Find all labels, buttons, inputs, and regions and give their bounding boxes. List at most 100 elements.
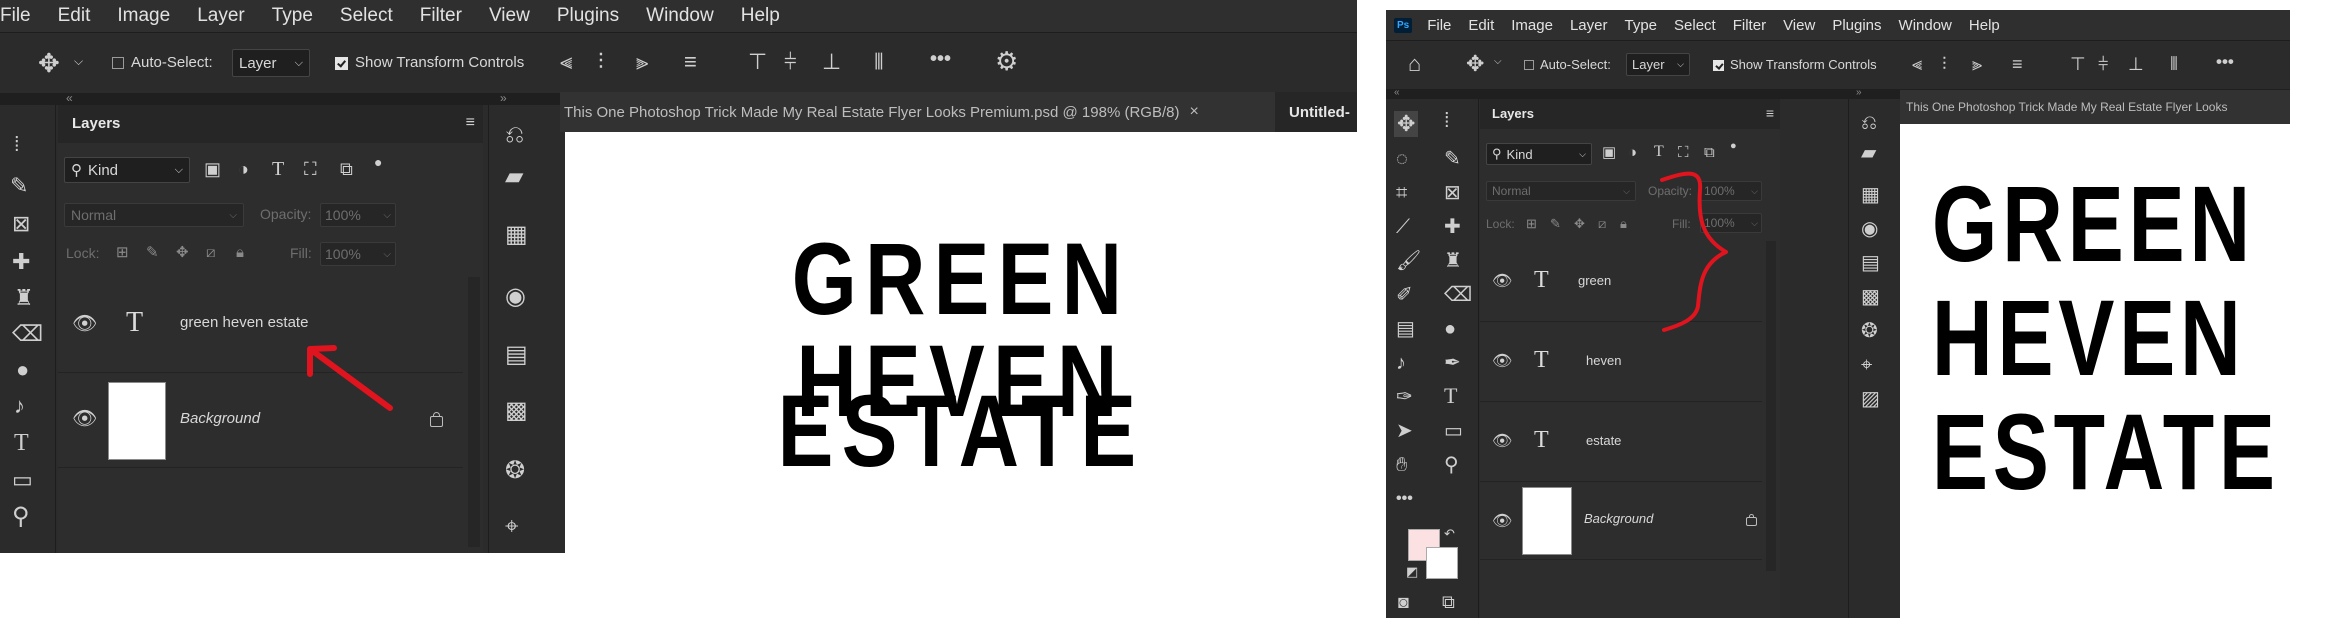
eye-icon[interactable]: 👁︎ — [72, 311, 97, 336]
eye-icon[interactable]: 👁︎ — [1492, 431, 1512, 451]
distribute-icon[interactable]: ≡ — [2012, 55, 2023, 73]
filter-shape-icon[interactable]: ⛶ — [1678, 145, 1689, 160]
canvas[interactable]: GREEN HEVEN ESTATE — [1900, 124, 2290, 618]
auto-select-dropdown[interactable]: Layer ⌵ — [1626, 53, 1690, 76]
dodge-icon[interactable]: ♪ — [1396, 353, 1406, 373]
distribute-vertical-icon[interactable]: ⦀ — [874, 51, 884, 73]
gradient-icon[interactable]: ▤ — [1396, 319, 1415, 339]
swap-colors-icon[interactable]: ↶ — [1444, 527, 1455, 540]
align-right-icon[interactable]: ⫸ — [1972, 55, 1982, 73]
auto-select-checkbox[interactable] — [112, 57, 124, 69]
gradients-icon[interactable]: ▤ — [1861, 253, 1880, 273]
menu-view[interactable]: View — [489, 5, 530, 27]
menu-layer[interactable]: Layer — [1570, 17, 1608, 34]
patterns-icon[interactable]: ▩ — [1861, 287, 1880, 307]
show-transform-checkbox[interactable] — [335, 57, 348, 70]
channels-icon[interactable]: ❂ — [505, 459, 525, 483]
align-center-icon[interactable]: ⫶ — [598, 51, 604, 73]
quick-select-icon[interactable]: ✎ — [10, 175, 28, 197]
healing-brush-icon[interactable]: ✚ — [1444, 217, 1461, 237]
healing-brush-icon[interactable]: ✚ — [12, 251, 30, 273]
default-colors-icon[interactable]: ◩ — [1406, 565, 1418, 578]
chevron-down-icon[interactable]: ⌵ — [74, 55, 83, 67]
path-select-icon[interactable]: ➤ — [1396, 421, 1413, 441]
layer-name[interactable]: green — [1578, 273, 1611, 288]
stamp-icon[interactable]: ♜ — [1444, 251, 1462, 271]
more-options-icon[interactable]: ••• — [930, 49, 951, 69]
eyedropper-icon[interactable]: ⟋ — [1396, 217, 1410, 237]
layer-name[interactable]: Background — [1584, 511, 1653, 526]
color-palette-icon[interactable]: ◉ — [505, 285, 526, 309]
align-top-icon[interactable]: ⊤ — [748, 51, 767, 73]
menu-file[interactable]: File — [0, 5, 31, 27]
distribute-icon[interactable]: ≡ — [684, 51, 697, 73]
move-icon[interactable]: ✥ — [1466, 53, 1484, 75]
filter-smart-object-icon[interactable]: ⧉ — [1704, 145, 1715, 160]
quick-mask-icon[interactable]: ◙ — [1398, 593, 1409, 611]
lasso-icon[interactable]: ◌ — [1396, 149, 1408, 169]
filter-pixel-icon[interactable]: ▣ — [204, 160, 221, 178]
move-icon[interactable]: ✥ — [38, 50, 60, 76]
align-middle-icon[interactable]: ⫩ — [2098, 55, 2108, 73]
more-tools-icon[interactable]: ••• — [1396, 491, 1413, 507]
align-bottom-icon[interactable]: ⊥ — [822, 51, 841, 73]
document-tab[interactable]: This One Photoshop Trick Made My Real Es… — [1900, 90, 2290, 124]
eye-icon[interactable]: 👁︎ — [72, 406, 97, 431]
eye-icon[interactable]: 👁︎ — [1492, 271, 1512, 291]
menu-filter[interactable]: Filter — [1733, 17, 1766, 34]
pen-icon[interactable]: ✒ — [1444, 353, 1461, 373]
lock-image-icon[interactable]: ✎ — [146, 245, 159, 260]
gradients-icon[interactable]: ▤ — [505, 343, 528, 367]
history-brush-icon[interactable]: ✐ — [1396, 285, 1413, 305]
menu-view[interactable]: View — [1783, 17, 1815, 34]
layers-scrollbar[interactable] — [1766, 241, 1776, 571]
panel-menu-icon[interactable]: ≡ — [1766, 106, 1774, 120]
layers-tab[interactable]: Layers — [1492, 106, 1534, 121]
lock-transparent-icon[interactable]: ⊞ — [116, 245, 129, 260]
layer-name[interactable]: Background — [180, 410, 260, 427]
swatches-icon[interactable]: ▦ — [505, 223, 528, 247]
filter-smart-object-icon[interactable]: ⧉ — [340, 160, 353, 178]
chevron-down-icon[interactable]: ⌵ — [1494, 57, 1502, 67]
menu-type[interactable]: Type — [272, 5, 313, 27]
menu-select[interactable]: Select — [340, 5, 393, 27]
eye-icon[interactable]: 👁︎ — [1492, 351, 1512, 371]
align-top-icon[interactable]: ⊤ — [2070, 55, 2086, 73]
collapse-right-icon[interactable]: » — [1856, 87, 1862, 98]
gear-icon[interactable]: ⚙ — [995, 48, 1018, 74]
align-center-icon[interactable]: ⫶ — [1942, 55, 1947, 73]
zoom-icon[interactable]: ⚲ — [1444, 455, 1459, 475]
collapse-left-icon[interactable]: « — [1394, 87, 1400, 98]
lock-all-icon[interactable]: 🔒︎ — [236, 245, 244, 260]
document-tab[interactable]: This One Photoshop Trick Made My Real Es… — [560, 92, 1275, 132]
align-right-icon[interactable]: ⫸ — [636, 51, 648, 73]
menu-file[interactable]: File — [1427, 17, 1451, 34]
menu-edit[interactable]: Edit — [1468, 17, 1494, 34]
filter-adjustment-icon[interactable]: ◑ — [1628, 145, 1637, 160]
auto-select-dropdown[interactable]: Layer ⌵ — [232, 49, 310, 77]
crop-icon[interactable]: ⌗ — [1396, 183, 1407, 203]
lock-transparent-icon[interactable]: ⊞ — [1526, 217, 1537, 230]
color-palette-icon[interactable]: ◉ — [1861, 219, 1878, 239]
align-middle-icon[interactable]: ⫩ — [784, 51, 797, 73]
lock-artboard-icon[interactable]: ⧄ — [1598, 217, 1606, 230]
menu-layer[interactable]: Layer — [197, 5, 245, 27]
hand-icon[interactable]: ✋︎ — [1396, 455, 1407, 475]
pen-tool-icon[interactable]: ✑ — [1396, 387, 1413, 407]
swatches-icon[interactable]: ▦ — [1861, 185, 1880, 205]
filter-toggle-icon[interactable]: ● — [1730, 141, 1737, 152]
paths-icon[interactable]: ⌖ — [1861, 355, 1872, 375]
libraries-icon[interactable]: ▨ — [1861, 389, 1880, 409]
dodge-icon[interactable]: ♪ — [14, 395, 25, 417]
menu-plugins[interactable]: Plugins — [1832, 17, 1881, 34]
close-icon[interactable]: × — [1189, 103, 1198, 121]
screen-mode-icon[interactable]: ⧉ — [1442, 593, 1455, 611]
auto-select-checkbox[interactable] — [1524, 60, 1534, 70]
filter-type-icon[interactable]: T — [272, 159, 284, 179]
paths-icon[interactable]: ⌖ — [505, 515, 519, 539]
lock-position-icon[interactable]: ✥ — [176, 245, 189, 260]
menu-filter[interactable]: Filter — [420, 5, 462, 27]
show-transform-checkbox[interactable] — [1713, 60, 1724, 71]
rectangle-tool-icon[interactable]: ▭ — [1444, 421, 1463, 441]
menu-image[interactable]: Image — [1511, 17, 1553, 34]
